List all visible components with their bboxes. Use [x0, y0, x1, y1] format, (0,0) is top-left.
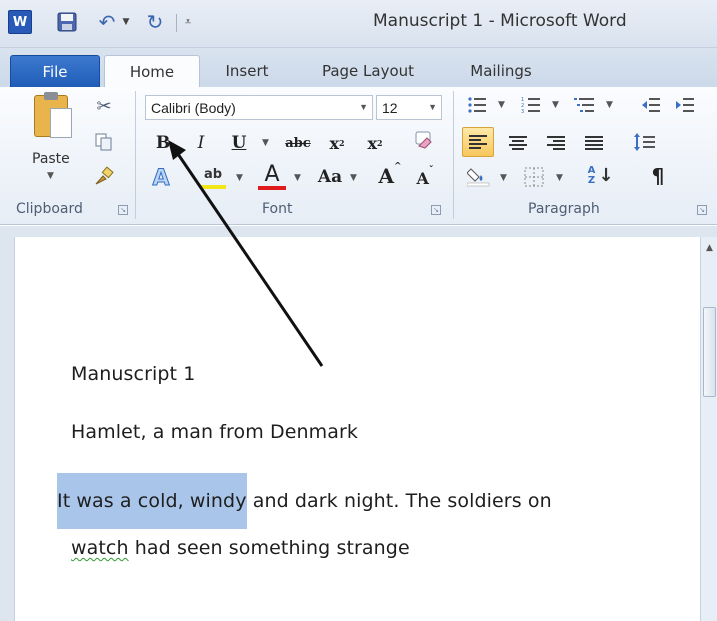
- align-left-button[interactable]: [462, 127, 494, 157]
- title-bar: W ↶ ▼ ↻ ⩡ Manuscript 1 - Microsoft Word: [0, 0, 717, 48]
- undo-icon[interactable]: ↶: [95, 9, 119, 35]
- font-color-swatch: [258, 186, 286, 190]
- paste-button[interactable]: Paste ▼: [22, 92, 82, 187]
- sort-button[interactable]: A Z ↓: [586, 163, 614, 189]
- selected-text[interactable]: It was a cold, windy: [57, 473, 247, 529]
- caret-up-icon: ^: [393, 162, 402, 172]
- customize-qat-icon[interactable]: ⩡: [180, 9, 196, 35]
- font-size-select[interactable]: 12 ▼: [376, 95, 442, 120]
- sort-letters: A Z: [587, 165, 596, 186]
- borders-icon[interactable]: [522, 165, 546, 189]
- copy-icon[interactable]: [92, 131, 116, 153]
- body-text[interactable]: and dark night. The soldiers on: [247, 490, 552, 512]
- group-divider: [135, 91, 136, 219]
- tab-page-layout[interactable]: Page Layout: [304, 55, 432, 87]
- numbering-dropdown-icon[interactable]: ▼: [552, 100, 559, 110]
- change-case-button[interactable]: Aa: [312, 165, 348, 189]
- font-color-dropdown-icon[interactable]: ▼: [294, 173, 301, 183]
- numbering-icon[interactable]: 123: [520, 93, 542, 117]
- paste-label: Paste: [32, 151, 70, 167]
- shrink-font-button[interactable]: Aˇ: [412, 166, 438, 190]
- shrink-font-letter: A: [416, 168, 429, 188]
- subscript-x: x: [329, 133, 339, 153]
- multilevel-dropdown-icon[interactable]: ▼: [606, 100, 613, 110]
- multilevel-list-icon[interactable]: [572, 93, 598, 117]
- highlight-dropdown-icon[interactable]: ▼: [236, 173, 243, 183]
- tab-home[interactable]: Home: [104, 55, 200, 88]
- qat-divider: [176, 14, 177, 32]
- tab-file[interactable]: File: [10, 55, 100, 87]
- cut-icon[interactable]: ✂: [92, 95, 116, 117]
- body-text[interactable]: had seen something strange: [129, 537, 410, 559]
- bullets-dropdown-icon[interactable]: ▼: [498, 100, 505, 110]
- ribbon: Paste ▼ ✂ Clipboard ↘ Calibri (Body) ▼ 1…: [0, 87, 717, 225]
- chevron-down-icon: ▼: [359, 102, 368, 112]
- increase-indent-icon[interactable]: [674, 93, 696, 117]
- align-right-icon[interactable]: [544, 131, 568, 155]
- subscript-mark: 2: [338, 138, 345, 148]
- grow-font-button[interactable]: A ^: [376, 162, 404, 189]
- show-hide-formatting-button[interactable]: ¶: [646, 163, 670, 189]
- underline-button[interactable]: U: [228, 131, 250, 155]
- grow-font-letter: A: [378, 164, 394, 188]
- font-launcher-icon[interactable]: ↘: [431, 205, 441, 215]
- doc-line-body-1[interactable]: It was a cold, windy and dark night. The…: [57, 473, 552, 529]
- borders-dropdown-icon[interactable]: ▼: [556, 173, 563, 183]
- font-color-button[interactable]: A: [258, 161, 286, 187]
- superscript-mark: 2: [376, 138, 383, 148]
- bullets-icon[interactable]: [466, 93, 488, 117]
- sort-arrow-icon: ↓: [598, 165, 614, 186]
- change-case-dropdown-icon[interactable]: ▼: [350, 173, 357, 183]
- justify-icon[interactable]: [582, 131, 606, 155]
- superscript-x: x: [367, 133, 377, 153]
- doc-line-title[interactable]: Manuscript 1: [71, 363, 195, 385]
- misspelled-word[interactable]: watch: [71, 537, 129, 559]
- window-title: Manuscript 1 - Microsoft Word: [373, 11, 627, 31]
- clipboard-launcher-icon[interactable]: ↘: [118, 205, 128, 215]
- text-effects-icon[interactable]: A: [148, 165, 174, 191]
- font-name-value: Calibri (Body): [151, 99, 236, 116]
- bold-button[interactable]: B: [152, 131, 174, 155]
- font-size-value: 12: [382, 99, 398, 116]
- font-group-label: Font: [262, 201, 293, 217]
- repeat-icon[interactable]: ↻: [143, 9, 167, 35]
- ruler-toggle-icon[interactable]: ▲: [703, 243, 716, 256]
- tab-insert[interactable]: Insert: [210, 55, 284, 87]
- line-spacing-icon[interactable]: [632, 129, 658, 155]
- subscript-button[interactable]: x2: [324, 131, 350, 155]
- doc-line-body-2[interactable]: watch had seen something strange: [71, 537, 410, 559]
- svg-text:3: 3: [521, 109, 524, 114]
- tab-mailings[interactable]: Mailings: [453, 55, 549, 87]
- vertical-scrollbar[interactable]: ▲: [700, 237, 717, 621]
- paragraph-group-label: Paragraph: [528, 201, 600, 217]
- decrease-indent-icon[interactable]: [640, 93, 662, 117]
- superscript-button[interactable]: x2: [362, 131, 388, 155]
- highlight-button[interactable]: ab: [198, 163, 228, 185]
- document-page[interactable]: Manuscript 1 Hamlet, a man from Denmark …: [14, 237, 700, 621]
- doc-line-subtitle[interactable]: Hamlet, a man from Denmark: [71, 421, 358, 443]
- format-painter-icon[interactable]: [92, 165, 116, 187]
- shading-icon[interactable]: [466, 163, 492, 189]
- font-name-select[interactable]: Calibri (Body) ▼: [145, 95, 373, 120]
- caret-down-icon: ˇ: [428, 166, 434, 176]
- strikethrough-button[interactable]: abc: [282, 131, 314, 155]
- group-divider: [453, 91, 454, 219]
- chevron-down-icon[interactable]: ▼: [47, 171, 54, 181]
- highlight-color-swatch: [200, 185, 226, 189]
- clear-formatting-icon[interactable]: [410, 129, 438, 155]
- clipboard-group-label: Clipboard: [16, 201, 83, 217]
- chevron-down-icon: ▼: [428, 102, 437, 112]
- ribbon-tabs: File Home Insert Page Layout Mailings: [0, 48, 717, 88]
- underline-dropdown-icon[interactable]: ▼: [262, 138, 269, 148]
- word-app-icon[interactable]: W: [8, 10, 32, 34]
- undo-dropdown-icon[interactable]: ▼: [121, 9, 131, 35]
- shading-dropdown-icon[interactable]: ▼: [500, 173, 507, 183]
- align-center-icon[interactable]: [506, 131, 530, 155]
- paragraph-launcher-icon[interactable]: ↘: [697, 205, 707, 215]
- save-icon[interactable]: [55, 9, 79, 35]
- italic-button[interactable]: I: [190, 131, 212, 155]
- clipboard-icon: [34, 92, 72, 138]
- scrollbar-thumb[interactable]: [703, 307, 716, 397]
